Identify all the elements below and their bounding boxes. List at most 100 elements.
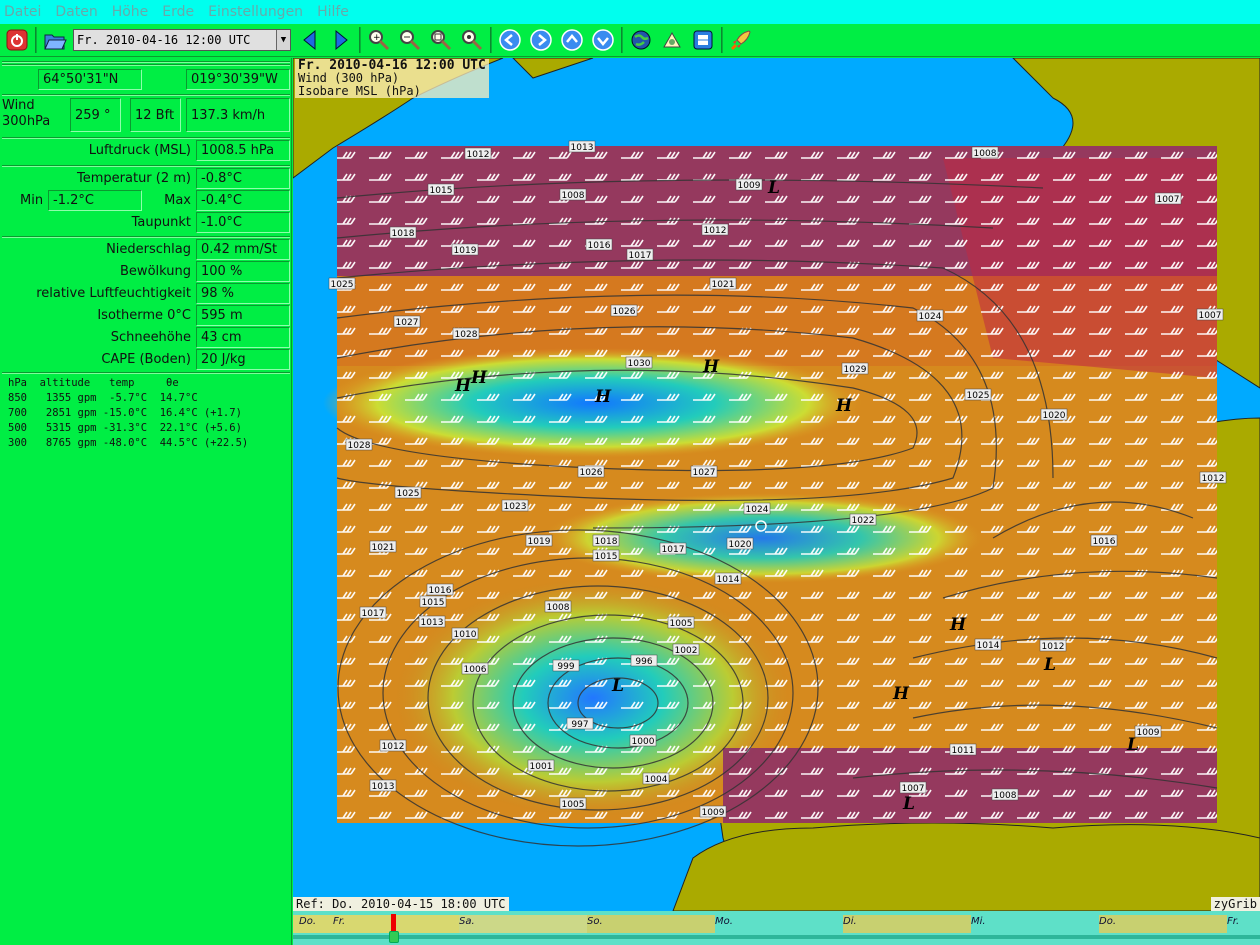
min-label: Min — [20, 193, 44, 208]
rocket-icon — [730, 30, 751, 51]
map-view[interactable]: 1012 1013 1008 1009 1008 1015 1018 1019 … — [293, 58, 1260, 911]
launch-button[interactable] — [728, 27, 754, 53]
next-icon — [335, 29, 348, 51]
menu-daten[interactable]: Daten — [55, 4, 97, 20]
max-label: Max — [164, 193, 191, 208]
zoom-out-icon — [400, 30, 421, 51]
high-pressure-marker: H — [594, 387, 612, 407]
open-file-button[interactable] — [42, 27, 68, 53]
isobar-label: 1009 — [1137, 728, 1160, 738]
reference-time: Ref: Do. 2010-04-15 18:00 UTC — [293, 897, 509, 911]
precipitation-label: Niederschlag — [106, 242, 191, 257]
isobar-label: 1028 — [348, 441, 371, 451]
menu-erde[interactable]: Erde — [162, 4, 194, 20]
cape-value: 20 J/kg — [196, 349, 290, 370]
weather-map[interactable]: 1012 1013 1008 1009 1008 1015 1018 1019 … — [293, 58, 1260, 911]
timeline-day-label: Do. — [1099, 916, 1116, 927]
isobar-label: 1009 — [738, 181, 761, 191]
isobar-label: 1024 — [746, 505, 769, 515]
zoom-all-button[interactable] — [459, 27, 485, 53]
divider — [2, 236, 290, 238]
pan-down-icon — [592, 29, 614, 51]
toolbar-separator — [621, 27, 623, 53]
timeline-day-label: Mi. — [971, 916, 986, 927]
sounding-table: hPa altitude temp θe 850 1355 gpm -5.7°C… — [8, 377, 249, 449]
info-panel: 64°50'31"N 019°30'39"W Wind 300hPa 259 °… — [0, 58, 292, 945]
isobar-label: 1023 — [504, 502, 527, 512]
latitude-value: 64°50'31"N — [38, 69, 142, 90]
pan-right-icon — [530, 29, 552, 51]
divider — [2, 165, 290, 167]
gear-icon — [663, 31, 681, 48]
timeline-track[interactable] — [293, 935, 1260, 939]
isobar-label: 1013 — [571, 143, 594, 153]
time-slider[interactable]: Do. Fr. Sa. So. Mo. Di. Mi. Do. Fr. — [293, 911, 1260, 945]
isobar-label: 1010 — [454, 630, 477, 640]
isobar-label: 1016 — [1093, 537, 1116, 547]
isobar-label: 1017 — [362, 609, 385, 619]
meteotable-button[interactable] — [690, 27, 716, 53]
previous-forecast-button[interactable] — [297, 27, 323, 53]
pan-left-button[interactable] — [497, 27, 523, 53]
isobar-label: 1000 — [632, 737, 655, 747]
pan-down-button[interactable] — [590, 27, 616, 53]
isobar-label: 1028 — [455, 330, 478, 340]
timeline-thumb[interactable] — [389, 931, 399, 943]
isobar-label: 1014 — [977, 641, 1000, 651]
isobar-label: 1011 — [952, 746, 975, 756]
isobar-label: 1018 — [392, 229, 415, 239]
isobar-label: 1030 — [628, 359, 651, 369]
timeline-current-marker — [391, 914, 396, 932]
isobar-label: 1016 — [588, 241, 611, 251]
isobar-label: 1012 — [1042, 642, 1065, 652]
pressure-value: 1008.5 hPa — [196, 140, 290, 161]
open-folder-icon — [44, 34, 67, 50]
timeline-day-band — [1099, 915, 1227, 933]
low-pressure-marker: L — [611, 676, 624, 696]
menu-hilfe[interactable]: Hilfe — [317, 4, 349, 20]
menu-datei[interactable]: Datei — [4, 4, 41, 20]
settings-button[interactable] — [659, 27, 685, 53]
zoom-out-button[interactable] — [397, 27, 423, 53]
isobar-label: 1005 — [562, 800, 585, 810]
high-pressure-marker: H — [835, 396, 853, 416]
divider — [2, 137, 290, 139]
isobar-label: 1009 — [702, 808, 725, 818]
isobar-label: 1013 — [372, 782, 395, 792]
zoom-fit-button[interactable] — [428, 27, 454, 53]
isobar-label: 1008 — [547, 603, 570, 613]
pan-right-button[interactable] — [528, 27, 554, 53]
timeline-day-band — [587, 915, 715, 933]
temperature-value: -0.8°C — [196, 168, 290, 189]
max-temperature-value: -0.4°C — [196, 190, 290, 211]
app-brand: zyGrib — [1210, 897, 1260, 911]
cape-label: CAPE (Boden) — [101, 352, 191, 367]
quit-button[interactable] — [4, 27, 30, 53]
africa-land — [672, 822, 1260, 911]
isobar-label: 1015 — [595, 552, 618, 562]
chevron-down-icon: ▼ — [276, 30, 290, 50]
isobar-label: 1019 — [454, 246, 477, 256]
menu-einstellungen[interactable]: Einstellungen — [208, 4, 303, 20]
isobar-label: 1027 — [396, 318, 419, 328]
timeline-day-band — [293, 915, 459, 933]
wind-beaufort-value: 12 Bft — [130, 98, 181, 132]
timeline-day-label: Fr. — [1227, 916, 1240, 927]
pan-up-button[interactable] — [559, 27, 585, 53]
isobar-label: 1004 — [645, 775, 668, 785]
isobar-label: 1014 — [717, 575, 740, 585]
timeline-day-label: Do. — [299, 916, 316, 927]
snow-depth-label: Schneehöhe — [110, 330, 191, 345]
menu-hoehe[interactable]: Höhe — [112, 4, 149, 20]
next-forecast-button[interactable] — [328, 27, 354, 53]
dewpoint-value: -1.0°C — [196, 212, 290, 233]
zoom-in-button[interactable]: + — [366, 27, 392, 53]
min-temperature-value: -1.2°C — [48, 190, 142, 211]
download-world-button[interactable] — [628, 27, 654, 53]
isobar-label: 1012 — [704, 226, 727, 236]
isobar-label: 1008 — [562, 191, 585, 201]
map-title-isobars: Isobare MSL (hPa) — [298, 84, 421, 98]
isobar-label: 1016 — [429, 586, 452, 596]
isotherm-label: Isotherme 0°C — [97, 308, 191, 323]
forecast-date-select[interactable]: Fr. 2010-04-16 12:00 UTC ▼ — [73, 29, 291, 51]
